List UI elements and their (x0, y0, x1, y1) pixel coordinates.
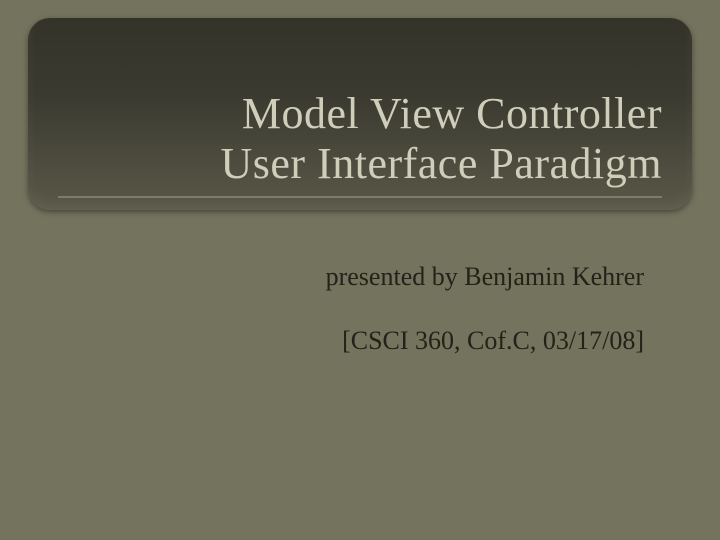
title-panel: Model View Controller User Interface Par… (28, 18, 692, 210)
presenter-text: presented by Benjamin Kehrer (326, 262, 644, 292)
title-line-2: User Interface Paradigm (220, 139, 662, 190)
course-info-text: [CSCI 360, Cof.C, 03/17/08] (342, 326, 644, 356)
title-line-1: Model View Controller (242, 89, 662, 140)
title-underline (58, 196, 662, 198)
